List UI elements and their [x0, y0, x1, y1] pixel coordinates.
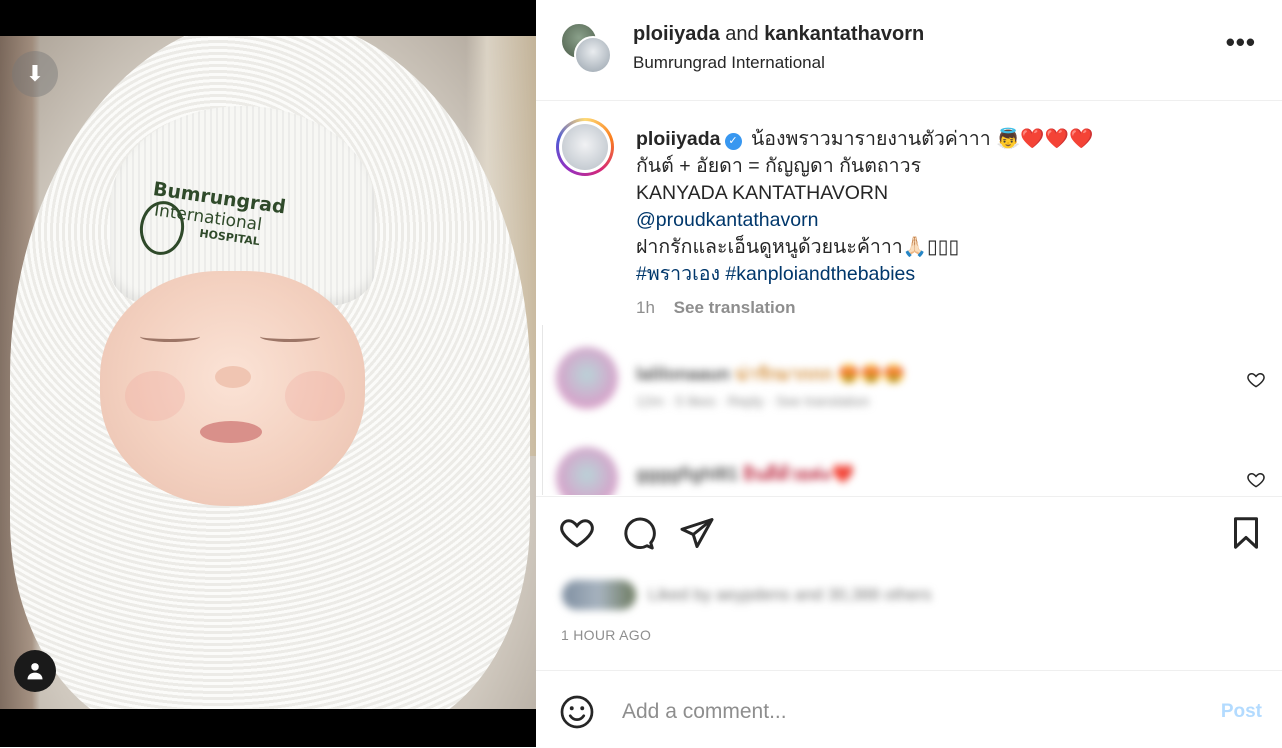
- post-sidebar: ploiiyada and kankantathavorn Bumrungrad…: [536, 0, 1282, 747]
- comment-meta: 12m · 5 likes · Reply · See translation: [636, 393, 870, 409]
- post-header: ploiiyada and kankantathavorn Bumrungrad…: [536, 0, 1282, 101]
- username-link[interactable]: kankantathavorn: [764, 23, 924, 45]
- comment-list[interactable]: lalilonaaun น่ารักมากกก 😍😍😍 12m · 5 like…: [536, 325, 1282, 495]
- comment-text: ยินดีด้วยค่ะ❤️: [743, 464, 855, 484]
- caption-meta: 1h See translation: [636, 298, 796, 318]
- likes-text: Liked by aeypdens and 30,388 others: [648, 585, 932, 604]
- user-icon: [27, 663, 43, 680]
- comment-item: lalilonaaun น่ารักมากกก 😍😍😍 12m · 5 like…: [556, 347, 1256, 427]
- hashtag-link[interactable]: #พราวเอง: [636, 263, 720, 285]
- likes-summary[interactable]: Liked by aeypdens and 30,388 others: [556, 578, 996, 614]
- liker-avatars: [562, 580, 636, 610]
- comment-icon[interactable]: [620, 515, 656, 551]
- divider: [542, 325, 543, 495]
- mention-link[interactable]: @proudkantathavorn: [636, 209, 818, 231]
- baby-photo[interactable]: Bumrungrad International HOSPITAL: [0, 36, 536, 709]
- caption-line: น้องพราวมารายงานตัวค่าาา 👼❤️❤️❤️: [745, 128, 1094, 150]
- comment-username[interactable]: ggggfighl81: [636, 464, 738, 484]
- arrow-down-icon: ⬇: [25, 61, 45, 86]
- hashtag-link[interactable]: #kanploiandthebabies: [725, 263, 915, 285]
- post-button[interactable]: Post: [1221, 701, 1262, 723]
- more-options-icon[interactable]: •••: [1226, 29, 1256, 55]
- cheek-right: [285, 371, 345, 421]
- caption-line: KANYADA KANTATHAVORN: [636, 182, 889, 204]
- baby-face: [100, 271, 365, 506]
- collab-avatars[interactable]: [560, 22, 612, 74]
- cheek-left: [125, 371, 185, 421]
- mouth: [200, 421, 262, 443]
- location-link[interactable]: Bumrungrad International: [633, 53, 825, 73]
- comment-body: lalilonaaun น่ารักมากกก 😍😍😍: [636, 359, 905, 388]
- comment-item: ggggfighl81 ยินดีด้วยค่ะ❤️: [556, 447, 1256, 495]
- avatar[interactable]: [556, 347, 618, 409]
- caption-text: ploiiyada ✓ น้องพราวมารายงานตัวค่าาา 👼❤️❤…: [636, 126, 1256, 288]
- eye-right: [260, 331, 320, 342]
- download-button[interactable]: ⬇: [12, 51, 58, 97]
- verified-icon: ✓: [724, 133, 742, 150]
- post-timestamp: 1 HOUR AGO: [561, 627, 652, 643]
- share-icon[interactable]: [679, 515, 715, 551]
- username-link[interactable]: ploiiyada: [633, 23, 720, 45]
- tagged-users-button[interactable]: [14, 650, 56, 692]
- collab-usernames: ploiiyada and kankantathavorn: [633, 23, 924, 46]
- emoji-icon[interactable]: [559, 694, 595, 730]
- avatar[interactable]: [556, 447, 618, 495]
- avatar: [562, 124, 608, 170]
- save-bookmark-icon[interactable]: [1228, 515, 1264, 551]
- caption-line: กันต์ + อัยดา = กัญญดา กันตถาวร: [636, 155, 922, 177]
- caption-line: ฝากรักและเอ็นดูหนูด้วยนะค้าาา🙏🏻▯▯▯: [636, 236, 960, 258]
- comment-text: น่ารักมากกก 😍😍😍: [735, 364, 905, 384]
- like-comment-icon[interactable]: [1246, 370, 1266, 390]
- comment-body: ggggfighl81 ยินดีด้วยค่ะ❤️: [636, 459, 854, 488]
- like-comment-icon[interactable]: [1246, 470, 1266, 490]
- and-text: and: [725, 23, 759, 45]
- see-translation-button[interactable]: See translation: [674, 298, 796, 317]
- comment-input[interactable]: [620, 693, 1184, 731]
- post-media[interactable]: Bumrungrad International HOSPITAL ⬇: [0, 0, 536, 747]
- caption-username[interactable]: ploiiyada: [636, 128, 721, 150]
- like-icon[interactable]: [559, 515, 595, 551]
- action-bar: [536, 496, 1282, 575]
- eye-left: [140, 331, 200, 342]
- caption-avatar[interactable]: [556, 118, 614, 176]
- nose: [215, 366, 251, 388]
- comment-username[interactable]: lalilonaaun: [636, 364, 730, 384]
- add-comment-bar: Post: [536, 670, 1282, 748]
- caption-time[interactable]: 1h: [636, 298, 655, 317]
- avatar: [574, 36, 612, 74]
